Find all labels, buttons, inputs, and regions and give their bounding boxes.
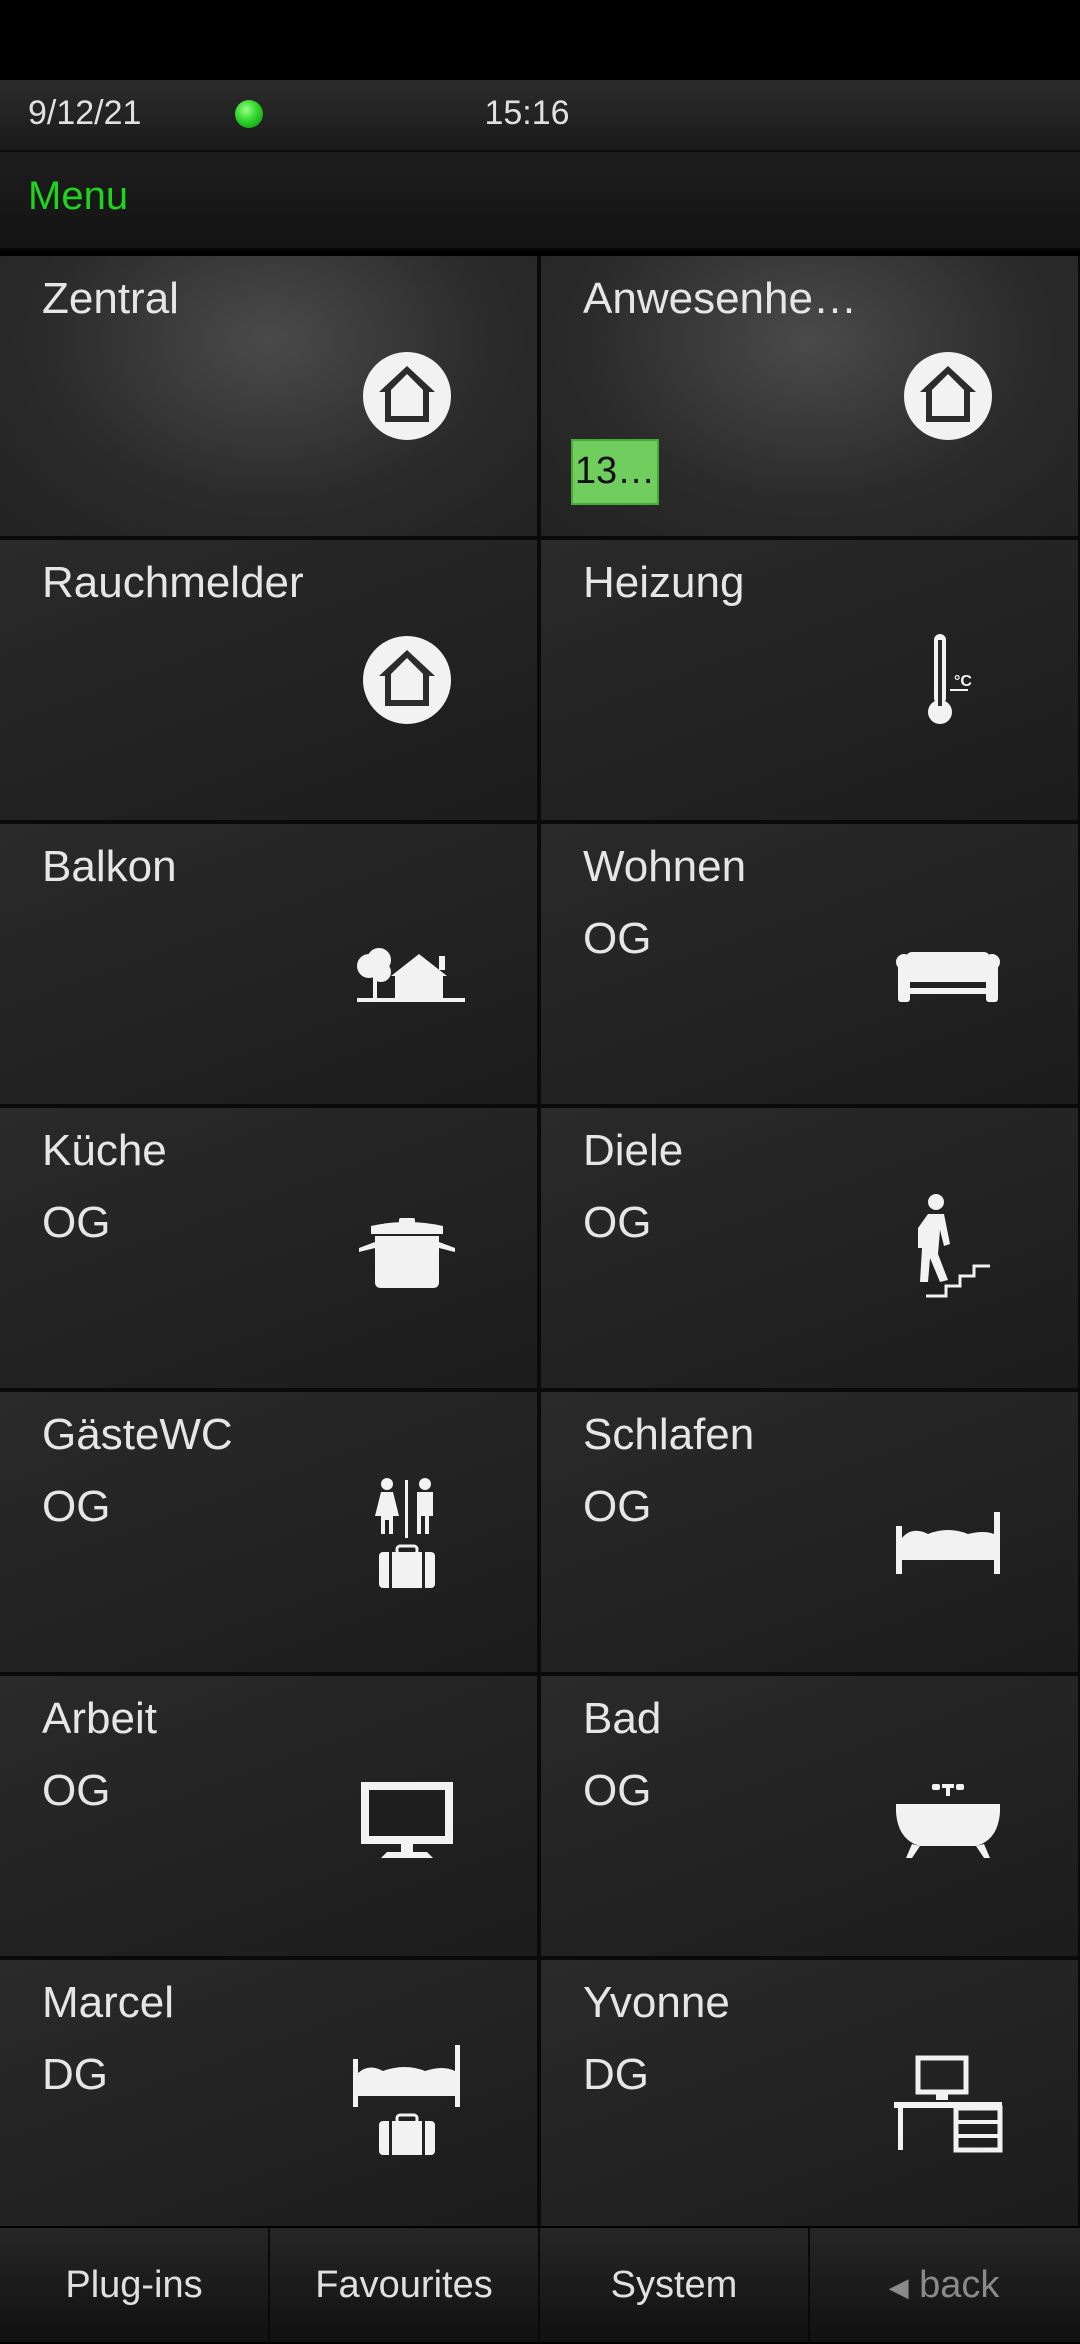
- tile-title: Schlafen: [583, 1410, 755, 1459]
- monitor-icon: [361, 1782, 453, 1858]
- tree-house-icon: [357, 948, 465, 1002]
- svg-text:°C: °C: [954, 673, 972, 690]
- house-circle-icon: [363, 352, 451, 440]
- tile-schlafen[interactable]: Schlafen OG: [541, 1392, 1078, 1672]
- tile-title: Küche: [42, 1126, 167, 1175]
- stairs-person-icon: [918, 1194, 990, 1298]
- tile-zentral[interactable]: Zentral: [0, 256, 537, 536]
- tile-wohnen[interactable]: Wohnen OG: [541, 824, 1078, 1104]
- status-time: 15:16: [484, 94, 570, 132]
- sofa-icon: [896, 952, 1000, 1002]
- back-button[interactable]: ◀ back: [810, 2228, 1078, 2342]
- presence-badge: 13…: [571, 439, 659, 505]
- tab-favourites[interactable]: Favourites: [270, 2228, 538, 2342]
- bed-icon: [896, 1512, 1000, 1574]
- tile-gaestewc[interactable]: GästeWC OG: [0, 1392, 537, 1672]
- tile-title: GästeWC: [42, 1410, 233, 1459]
- tile-title: Zentral: [42, 274, 179, 323]
- tab-system[interactable]: System: [540, 2228, 808, 2342]
- tile-title: Balkon: [42, 842, 177, 891]
- tile-floor: OG: [583, 914, 652, 963]
- tile-bad[interactable]: Bad OG: [541, 1676, 1078, 1956]
- bed-luggage-icon: [353, 2045, 460, 2155]
- tile-diele[interactable]: Diele OG: [541, 1108, 1078, 1388]
- status-bar: 9/12/21 15:16: [0, 80, 1080, 152]
- tab-plugins[interactable]: Plug-ins: [0, 2228, 268, 2342]
- tile-floor: DG: [583, 2050, 649, 2099]
- back-label: back: [919, 2264, 1000, 2306]
- house-circle-icon: [363, 636, 451, 724]
- tile-floor: OG: [583, 1198, 652, 1247]
- cooking-pot-icon: [359, 1218, 455, 1288]
- restroom-luggage-icon: [375, 1478, 435, 1588]
- tile-title: Heizung: [583, 558, 745, 607]
- tile-title: Arbeit: [42, 1694, 157, 1743]
- tile-balkon[interactable]: Balkon: [0, 824, 537, 1104]
- tile-floor: OG: [42, 1198, 111, 1247]
- tile-kueche[interactable]: Küche OG: [0, 1108, 537, 1388]
- menu-title[interactable]: Menu: [28, 174, 128, 219]
- bottom-nav: Plug-ins Favourites System ◀ back: [0, 2226, 1080, 2342]
- house-circle-icon: [904, 352, 992, 440]
- tile-floor: OG: [583, 1482, 652, 1531]
- tile-yvonne[interactable]: Yvonne DG: [541, 1960, 1078, 2226]
- tile-arbeit[interactable]: Arbeit OG: [0, 1676, 537, 1956]
- desk-icon: [894, 2055, 1003, 2153]
- tile-marcel[interactable]: Marcel DG: [0, 1960, 537, 2226]
- tile-anwesenheit[interactable]: Anwesenhe… 13…: [541, 256, 1078, 536]
- tile-floor: DG: [42, 2050, 108, 2099]
- tile-title: Diele: [583, 1126, 684, 1175]
- tile-title: Rauchmelder: [42, 558, 304, 607]
- tile-rauchmelder[interactable]: Rauchmelder: [0, 540, 537, 820]
- back-arrow-icon: ◀: [888, 2271, 909, 2302]
- tile-title: Wohnen: [583, 842, 747, 891]
- bathtub-icon: [896, 1784, 1000, 1858]
- tile-title: Yvonne: [583, 1978, 730, 2027]
- tile-floor: OG: [42, 1766, 111, 1815]
- tile-heizung[interactable]: Heizung °C: [541, 540, 1078, 820]
- thermometer-icon: °C: [928, 634, 972, 724]
- menu-header: Menu: [0, 152, 1080, 251]
- top-black-bar: [0, 0, 1080, 80]
- tile-title: Marcel: [42, 1978, 175, 2027]
- tile-title: Bad: [583, 1694, 662, 1743]
- tile-title: Anwesenhe…: [583, 274, 857, 323]
- room-grid: Zentral Anwesenhe… 13… Rauchmelder Heizu…: [0, 256, 1080, 2226]
- tile-floor: OG: [42, 1482, 111, 1531]
- tile-floor: OG: [583, 1766, 652, 1815]
